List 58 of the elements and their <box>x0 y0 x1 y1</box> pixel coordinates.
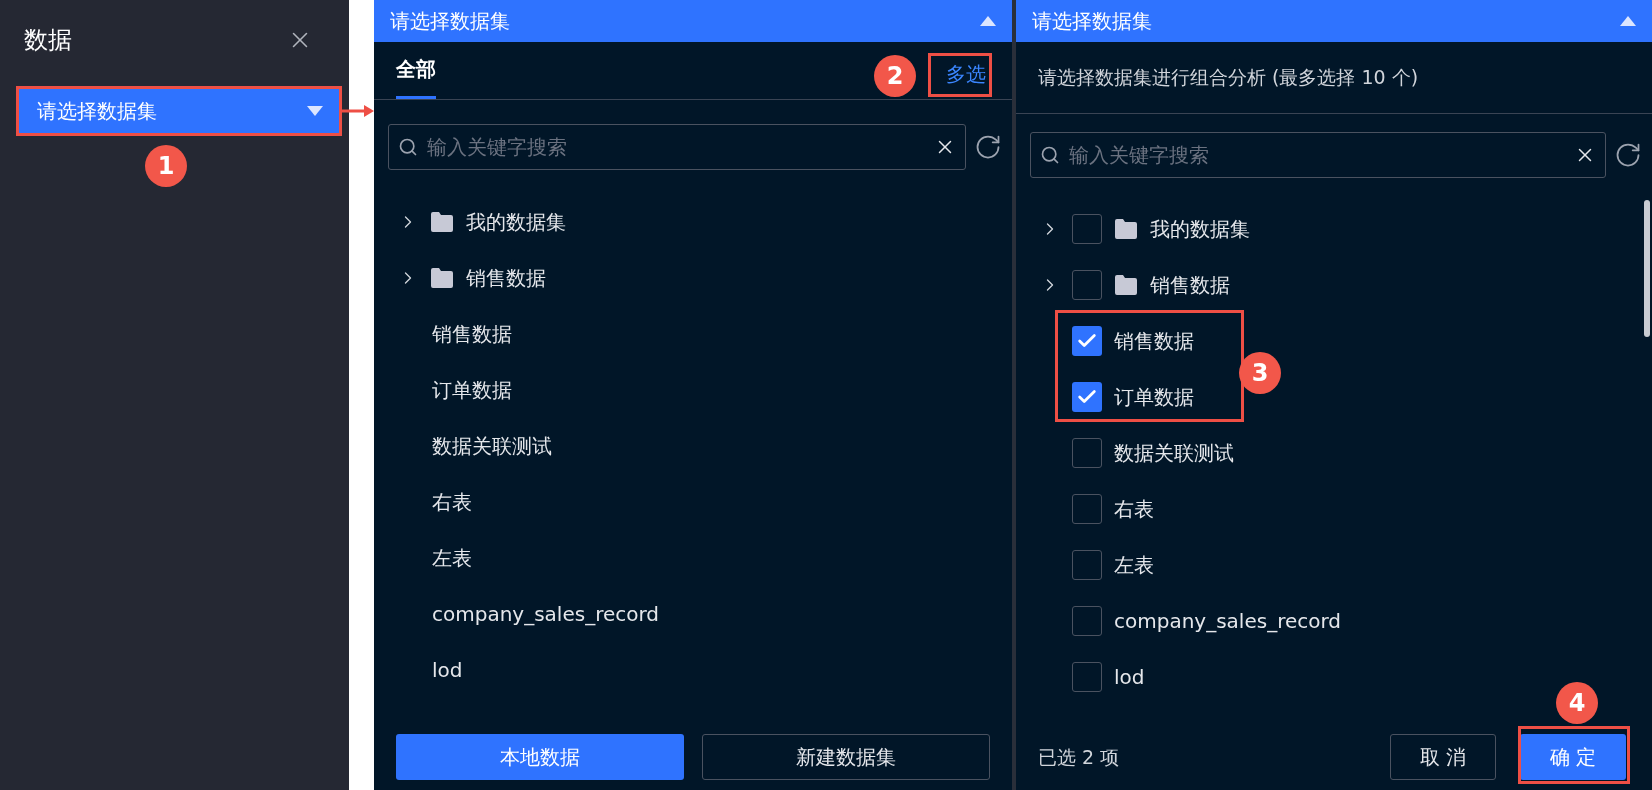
folder-icon <box>430 267 454 289</box>
checkbox[interactable] <box>1072 382 1102 412</box>
checkbox[interactable] <box>1072 662 1102 692</box>
checkbox[interactable] <box>1072 214 1102 244</box>
search-icon <box>398 137 418 157</box>
search-field[interactable]: 输入关键字搜索 <box>1030 132 1606 178</box>
folder-label[interactable]: 销售数据 <box>466 263 546 293</box>
search-field[interactable]: 输入关键字搜索 <box>388 124 966 170</box>
checkbox[interactable] <box>1072 494 1102 524</box>
dataset-item[interactable]: 数据关联测试 <box>432 431 552 461</box>
triangle-down-icon <box>307 106 323 116</box>
dataset-item[interactable]: 订单数据 <box>432 375 512 405</box>
multi-select-link[interactable]: 多选 <box>942 59 990 89</box>
folder-label[interactable]: 我的数据集 <box>1150 214 1250 244</box>
confirm-button[interactable]: 本地数据 <box>396 734 684 780</box>
header-title: 请选择数据集 <box>390 8 510 35</box>
dropdown-header[interactable]: 请选择数据集 <box>374 0 1012 42</box>
sidebar-title: 数据 <box>24 25 72 56</box>
hint-text: 请选择数据集进行组合分析 (最多选择 10 个) <box>1038 65 1419 91</box>
folder-label[interactable]: 我的数据集 <box>466 207 566 237</box>
tab[interactable]: 全部 <box>396 54 436 99</box>
dataset-item[interactable]: lod <box>432 655 463 685</box>
triangle-up-icon <box>1620 16 1636 26</box>
dataset-item[interactable]: 右表 <box>1114 494 1154 524</box>
dropdown-header[interactable]: 请选择数据集 <box>1016 0 1652 42</box>
dataset-item[interactable]: 左表 <box>432 543 472 573</box>
secondary-button[interactable]: 取 消 <box>1390 734 1496 780</box>
refresh-icon[interactable] <box>1614 141 1642 169</box>
checkbox[interactable] <box>1072 550 1102 580</box>
folder-icon <box>1114 274 1138 296</box>
highlight-frame <box>928 53 992 97</box>
select-label: 请选择数据集 <box>37 98 157 125</box>
dataset-select[interactable]: 请选择数据集 <box>16 86 342 136</box>
checkbox[interactable] <box>1072 326 1102 356</box>
header-title: 请选择数据集 <box>1032 8 1152 35</box>
folder-label[interactable]: 销售数据 <box>1150 270 1230 300</box>
triangle-up-icon <box>980 16 996 26</box>
folder-icon <box>1114 218 1138 240</box>
dataset-item[interactable]: lod <box>1114 662 1145 692</box>
checkbox[interactable] <box>1072 606 1102 636</box>
secondary-button[interactable]: 新建数据集 <box>702 734 990 780</box>
dataset-item[interactable]: company_sales_record <box>1114 606 1342 636</box>
dataset-item[interactable]: 数据关联测试 <box>1114 438 1234 468</box>
checkbox[interactable] <box>1072 270 1102 300</box>
checkbox[interactable] <box>1072 438 1102 468</box>
dataset-item[interactable]: 销售数据 <box>1114 326 1194 356</box>
dataset-item[interactable]: 订单数据 <box>1114 382 1194 412</box>
dataset-item[interactable]: 右表 <box>432 487 472 517</box>
dataset-item[interactable]: company_sales_record <box>432 599 660 629</box>
dataset-item[interactable]: 销售数据 <box>432 319 512 349</box>
folder-icon <box>430 211 454 233</box>
confirm-button[interactable]: 确 定 <box>1520 734 1626 780</box>
scrollbar[interactable] <box>1644 200 1650 337</box>
search-icon <box>1040 145 1060 165</box>
dataset-item[interactable]: 左表 <box>1114 550 1154 580</box>
refresh-icon[interactable] <box>974 133 1002 161</box>
selected-count: 已选 2 项 <box>1038 744 1120 770</box>
pointer-arrow <box>342 105 374 117</box>
